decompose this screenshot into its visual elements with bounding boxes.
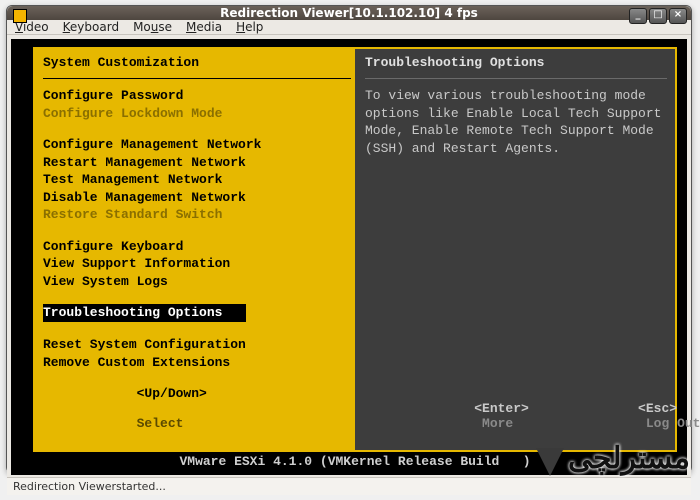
menu-group-gap	[43, 122, 351, 136]
menu-item[interactable]: Remove Custom Extensions	[43, 354, 351, 372]
menu-item[interactable]: View System Logs	[43, 273, 351, 291]
menu-item[interactable]: Disable Management Network	[43, 189, 351, 207]
menu-item[interactable]: Configure Lockdown Mode	[43, 105, 351, 123]
divider	[43, 78, 351, 79]
menu-item[interactable]: Restore Standard Switch	[43, 206, 351, 224]
app-icon	[13, 9, 27, 23]
menu-item[interactable]: Test Management Network	[43, 171, 351, 189]
menu-keyboard[interactable]: Keyboard	[63, 20, 119, 34]
minimize-button[interactable]: _	[629, 8, 647, 24]
menu-item[interactable]: Configure Password	[43, 87, 351, 105]
console: System Customization Configure PasswordC…	[11, 39, 687, 475]
menu-item[interactable]: Configure Management Network	[43, 136, 351, 154]
updown-key: <Up/Down>	[137, 386, 207, 401]
panels: System Customization Configure PasswordC…	[33, 47, 677, 452]
menu-list: Configure PasswordConfigure Lockdown Mod…	[43, 87, 351, 371]
divider	[365, 78, 667, 79]
close-button[interactable]: ×	[669, 8, 687, 24]
left-panel: System Customization Configure PasswordC…	[35, 49, 355, 450]
menu-item[interactable]: Troubleshooting Options	[43, 304, 246, 322]
window-title: Redirection Viewer[10.1.102.10] 4 fps	[220, 6, 478, 20]
window-frame: Redirection Viewer[10.1.102.10] 4 fps _ …	[6, 5, 692, 473]
left-header: System Customization	[43, 55, 351, 70]
right-body: To view various troubleshooting mode opt…	[365, 87, 667, 157]
right-header: Troubleshooting Options	[365, 55, 667, 70]
statusbar: Redirection Viewerstarted...	[7, 477, 691, 495]
menu-help[interactable]: Help	[236, 20, 263, 34]
menu-item[interactable]: Restart Management Network	[43, 154, 351, 172]
console-footer: VMware ESXi 4.1.0 (VMKernel Release Buil…	[33, 452, 677, 469]
menu-media[interactable]: Media	[186, 20, 222, 34]
menu-item[interactable]: View Support Information	[43, 255, 351, 273]
left-footer: <Up/Down> Select	[43, 371, 351, 446]
menu-item[interactable]: Configure Keyboard	[43, 238, 351, 256]
maximize-button[interactable]: □	[649, 8, 667, 24]
updown-action: Select	[137, 416, 184, 431]
menu-group-gap	[43, 322, 351, 336]
right-panel: Troubleshooting Options To view various …	[355, 49, 675, 450]
enter-hint: <Enter> More	[365, 386, 529, 446]
menubar: Video Keyboard Mouse Media Help	[7, 20, 691, 35]
titlebar[interactable]: Redirection Viewer[10.1.102.10] 4 fps _ …	[7, 6, 691, 20]
right-footer: <Enter> More <Esc> Log Out	[365, 386, 667, 446]
menu-group-gap	[43, 290, 351, 304]
menu-group-gap	[43, 224, 351, 238]
menu-item[interactable]: Reset System Configuration	[43, 336, 351, 354]
esc-hint: <Esc> Log Out	[529, 386, 700, 446]
console-wrap: System Customization Configure PasswordC…	[7, 35, 691, 477]
window-controls: _ □ ×	[629, 8, 687, 24]
menu-mouse[interactable]: Mouse	[133, 20, 172, 34]
